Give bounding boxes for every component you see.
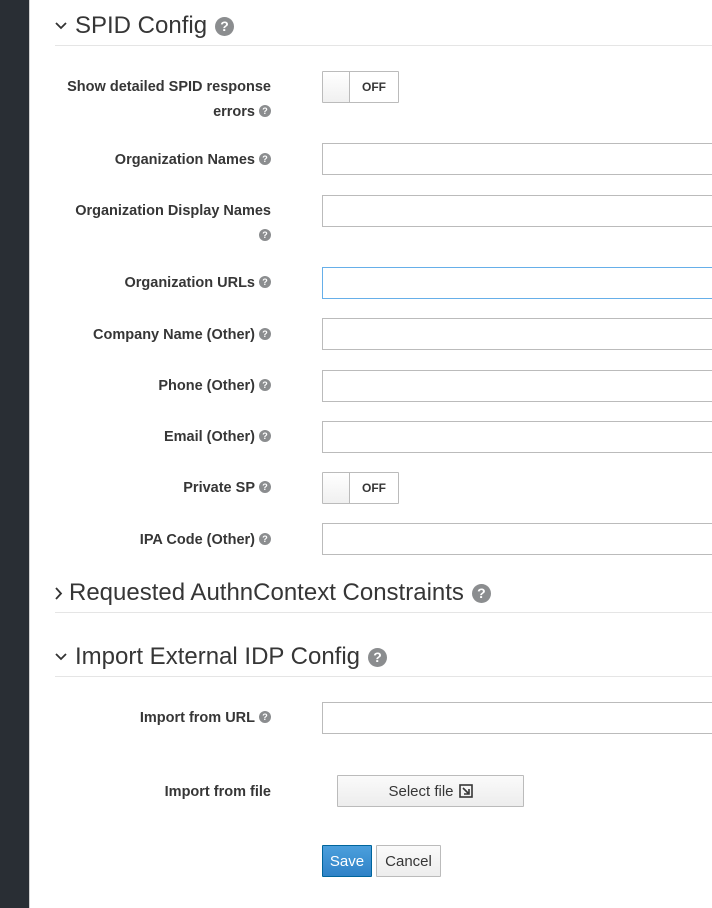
help-icon[interactable]: ?: [259, 153, 271, 166]
help-icon[interactable]: ?: [215, 16, 235, 36]
section-title-authn: Requested AuthnContext Constraints: [69, 579, 464, 606]
label-text: Private SP: [183, 480, 255, 496]
external-file-icon: [458, 784, 473, 798]
chevron-down-icon[interactable]: [55, 653, 75, 661]
left-nav-rail: [0, 0, 29, 908]
label-text: Organization Names: [114, 152, 255, 168]
label-text: Company Name (Other): [93, 327, 255, 343]
label-text: Import from file: [164, 784, 271, 800]
ipa-code-input[interactable]: [322, 523, 712, 555]
import-url-label: Import from URL?: [55, 706, 271, 731]
section-divider: [55, 676, 712, 677]
toggle-knob[interactable]: [323, 473, 350, 503]
import-file-label: Import from file: [55, 780, 271, 805]
import-idp-header[interactable]: Import External IDP Config ?: [55, 643, 712, 671]
section-title-spid: SPID Config: [75, 12, 208, 39]
private-sp-label: Private SP?: [55, 476, 271, 501]
section-divider: [55, 45, 712, 46]
help-icon[interactable]: ?: [368, 647, 388, 667]
help-icon[interactable]: ?: [259, 105, 271, 118]
email-input[interactable]: [322, 421, 712, 453]
company-name-label: Company Name (Other)?: [55, 323, 271, 348]
authn-constraints-header[interactable]: Requested AuthnContext Constraints ?: [55, 579, 712, 607]
toggle-knob[interactable]: [323, 72, 350, 102]
help-icon[interactable]: ?: [259, 430, 271, 443]
help-icon[interactable]: ?: [259, 276, 271, 289]
select-file-button[interactable]: Select file: [337, 775, 524, 807]
label-text: Organization URLs: [124, 275, 255, 291]
email-label: Email (Other)?: [55, 425, 271, 450]
label-text: IPA Code (Other): [139, 532, 255, 548]
chevron-down-icon[interactable]: [55, 22, 75, 30]
toggle-state: OFF: [362, 80, 386, 94]
save-button[interactable]: Save: [322, 845, 372, 877]
spid-config-header[interactable]: SPID Config ?: [55, 12, 712, 40]
show-detailed-errors-toggle[interactable]: OFF: [322, 71, 399, 103]
toggle-state: OFF: [362, 481, 386, 495]
help-icon[interactable]: ?: [259, 229, 271, 242]
help-icon[interactable]: ?: [259, 711, 271, 724]
help-icon[interactable]: ?: [471, 583, 491, 603]
help-icon[interactable]: ?: [259, 328, 271, 341]
help-icon[interactable]: ?: [259, 379, 271, 392]
phone-input[interactable]: [322, 370, 712, 402]
label-text: Organization Display Names: [75, 203, 271, 219]
label-line: errors: [213, 104, 255, 120]
label-text: Email (Other): [163, 429, 255, 445]
company-name-input[interactable]: [322, 318, 712, 350]
import-url-input[interactable]: [322, 702, 712, 734]
organization-urls-input[interactable]: [322, 267, 712, 299]
rail-border: [29, 0, 30, 908]
phone-label: Phone (Other)?: [55, 374, 271, 399]
label-text: Phone (Other): [158, 378, 255, 394]
section-title-import: Import External IDP Config: [75, 643, 361, 670]
label-text: Import from URL: [139, 710, 255, 726]
select-file-label: Select file: [388, 782, 454, 800]
ipa-code-label: IPA Code (Other)?: [55, 528, 271, 553]
cancel-button[interactable]: Cancel: [376, 845, 441, 877]
help-icon[interactable]: ?: [259, 481, 271, 494]
organization-display-names-input[interactable]: [322, 195, 712, 227]
help-icon[interactable]: ?: [259, 533, 271, 546]
label-line: Show detailed SPID response: [67, 79, 271, 95]
organization-names-input[interactable]: [322, 143, 712, 175]
show-detailed-errors-label: Show detailed SPID response errors?: [55, 75, 271, 125]
chevron-right-icon[interactable]: [55, 586, 69, 600]
organization-display-names-label: Organization Display Names ?: [55, 199, 271, 249]
section-divider: [55, 612, 712, 613]
private-sp-toggle[interactable]: OFF: [322, 472, 399, 504]
organization-urls-label: Organization URLs?: [55, 271, 271, 296]
organization-names-label: Organization Names?: [55, 148, 271, 173]
